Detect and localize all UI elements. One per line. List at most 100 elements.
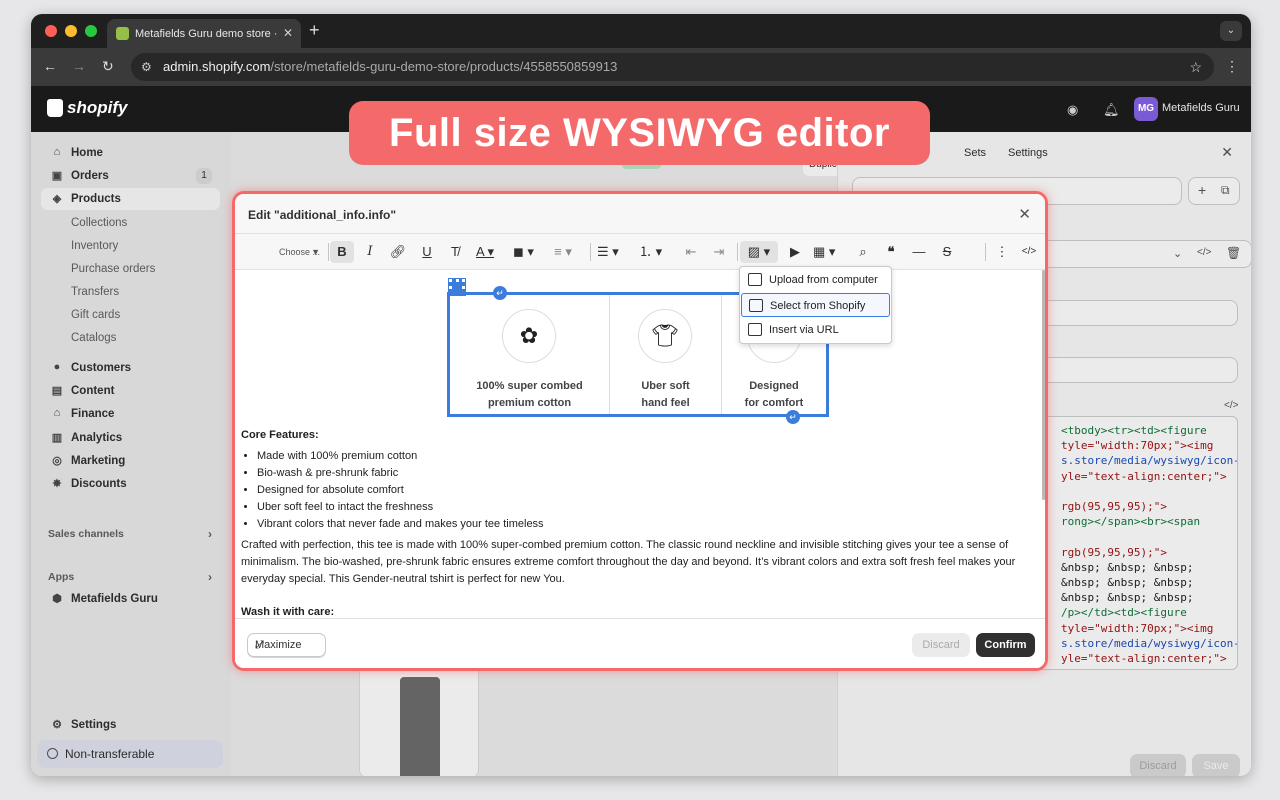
toolbar-divider [590, 243, 591, 261]
insert-media-icon[interactable]: ▶ [785, 241, 805, 263]
insert-before-icon[interactable]: ↵ [493, 286, 507, 300]
browser-tabbar: Metafields Guru demo store · ✕ + ⌄ [31, 14, 1251, 48]
site-settings-icon[interactable]: ⚙ [141, 53, 152, 81]
maximize-label: Maximize [255, 639, 302, 651]
editor-toolbar: Choose ... ▼ B I 🔗︎ U T̸ A ▾ ◼ ▾ ≡ ▾ ☰ ▾ … [235, 234, 1045, 270]
underline-icon[interactable]: U [417, 241, 437, 263]
upload-image-icon [748, 273, 762, 286]
list-item: Bio-wash & pre-shrunk fabric [257, 465, 1031, 482]
numbered-list-icon[interactable]: ⒈ ▾ [639, 241, 662, 263]
forward-icon[interactable]: → [72, 58, 86, 74]
feature-text: Uber soft hand feel [610, 378, 721, 412]
browser-tab[interactable]: Metafields Guru demo store · ✕ [107, 19, 301, 48]
feature-line: Designed [749, 380, 799, 392]
core-features-heading: Core Features: [241, 429, 319, 441]
menu-item-upload-from-computer[interactable]: Upload from computer [741, 268, 890, 292]
link-icon[interactable]: 🔗︎ [388, 241, 408, 263]
editor-body: Core Features: Made with 100% premium co… [241, 427, 1031, 618]
insert-image-icon[interactable]: ▨ ▾ [740, 241, 778, 263]
feature-list: Made with 100% premium cotton Bio-wash &… [241, 448, 1031, 533]
window-controls[interactable] [45, 25, 97, 37]
more-icon[interactable]: ⋮ [992, 241, 1012, 263]
editor-scrollbar[interactable] [1042, 270, 1045, 500]
minimize-window-icon[interactable] [65, 25, 77, 37]
feature-line: premium cotton [487, 397, 572, 409]
bold-icon[interactable]: B [330, 241, 354, 263]
menu-item-select-from-shopify[interactable]: Select from Shopify [741, 293, 890, 317]
feature-text: Designed for comfort [722, 378, 826, 412]
shopify-image-icon [749, 299, 763, 312]
url-field[interactable]: ⚙ admin.shopify.com/store/metafields-gur… [131, 53, 1214, 81]
feature-cell: 👕︎ Uber soft hand feel [610, 295, 721, 414]
store-icon[interactable]: ◉ [1067, 102, 1078, 118]
bookmark-star-icon[interactable]: ☆ [1189, 53, 1202, 81]
tshirt-icon: 👕︎ [638, 309, 692, 363]
url-host: admin.shopify.com [163, 59, 271, 74]
feature-line: 100% super combed [476, 380, 583, 392]
reload-icon[interactable]: ↻ [102, 58, 114, 75]
indent-icon[interactable]: ⇥ [709, 241, 729, 263]
cotton-icon: ✿ [502, 309, 556, 363]
highlight-color-icon[interactable]: ◼ ▾ [513, 241, 534, 263]
back-icon[interactable]: ← [43, 58, 57, 74]
browser-menu-icon[interactable]: ⋮ [1225, 58, 1239, 75]
modal-title: Edit "additional_info.info" [248, 208, 397, 222]
close-icon[interactable]: ✕ [1018, 205, 1031, 223]
chevron-down-icon: ▼ [311, 247, 320, 257]
description-paragraph: Crafted with perfection, this tee is mad… [241, 539, 1016, 585]
outdent-icon[interactable]: ⇤ [681, 241, 701, 263]
text-color-icon[interactable]: A ▾ [475, 241, 495, 263]
feature-text: 100% super combed premium cotton [450, 378, 609, 412]
tab-title: Metafields Guru demo store · [135, 27, 278, 40]
discard-button[interactable]: Discard [912, 633, 970, 657]
menu-item-insert-via-url[interactable]: Insert via URL [741, 318, 890, 342]
code-view-icon[interactable]: </> [1019, 241, 1039, 263]
close-tab-icon[interactable]: ✕ [283, 26, 293, 40]
shopify-bag-icon [47, 99, 63, 117]
bell-icon[interactable]: 🔔︎ [1103, 102, 1120, 118]
list-item: Made with 100% premium cotton [257, 448, 1031, 465]
list-item: Vibrant colors that never fade and makes… [257, 516, 1031, 533]
align-icon[interactable]: ≡ ▾ [553, 241, 573, 263]
editor-content[interactable]: ✿ 100% super combed premium cotton 👕︎ Ube… [235, 270, 1042, 618]
bullet-list-icon[interactable]: ☰ ▾ [597, 241, 619, 263]
promo-banner: Full size WYSIWYG editor [349, 101, 930, 165]
close-window-icon[interactable] [45, 25, 57, 37]
feature-cell: ✿ 100% super combed premium cotton [450, 295, 609, 414]
clear-format-icon[interactable]: T̸ [445, 241, 465, 263]
insert-table-icon[interactable]: ▦ ▾ [813, 241, 835, 263]
link-image-icon [748, 323, 762, 336]
modal-header: Edit "additional_info.info" ✕ [235, 194, 1045, 234]
horizontal-rule-icon[interactable]: — [909, 241, 929, 263]
shopify-favicon-icon [116, 27, 129, 40]
feature-line: hand feel [641, 397, 690, 409]
maximize-window-icon[interactable] [85, 25, 97, 37]
menu-item-label: Upload from computer [769, 274, 878, 286]
heading-select[interactable]: Choose ... ▼ [246, 241, 320, 263]
list-item: Uber soft feel to intact the freshness [257, 499, 1031, 516]
tab-list-chevron-icon[interactable]: ⌄ [1220, 21, 1242, 41]
toolbar-divider [985, 243, 986, 261]
address-bar: ← → ↻ ⚙ admin.shopify.com/store/metafiel… [31, 48, 1251, 86]
find-replace-icon[interactable]: ⌕ [853, 241, 873, 263]
italic-icon[interactable]: I [360, 241, 380, 263]
toolbar-divider [737, 243, 738, 261]
insert-after-icon[interactable]: ↵ [786, 410, 800, 424]
confirm-button[interactable]: Confirm [976, 633, 1035, 657]
wysiwyg-modal: Edit "additional_info.info" ✕ Choose ...… [235, 194, 1045, 668]
avatar[interactable]: MG [1134, 97, 1158, 121]
modal-footer: ⤢ Maximize Discard Confirm [235, 618, 1045, 668]
url-path: /store/metafields-guru-demo-store/produc… [270, 59, 618, 74]
list-item: Designed for absolute comfort [257, 482, 1031, 499]
new-tab-icon[interactable]: + [309, 20, 320, 41]
feature-line: Uber soft [641, 380, 690, 392]
menu-item-label: Insert via URL [769, 324, 839, 336]
feature-line: for comfort [744, 397, 804, 409]
maximize-button[interactable]: ⤢ Maximize [247, 633, 326, 657]
shopify-logo[interactable]: shopify [47, 98, 127, 118]
strikethrough-icon[interactable]: S [937, 241, 957, 263]
blockquote-icon[interactable]: ❝ [881, 241, 901, 263]
wash-care-heading: Wash it with care: [241, 606, 335, 618]
toolbar-divider [328, 243, 329, 261]
user-name[interactable]: Metafields Guru [1162, 102, 1240, 114]
